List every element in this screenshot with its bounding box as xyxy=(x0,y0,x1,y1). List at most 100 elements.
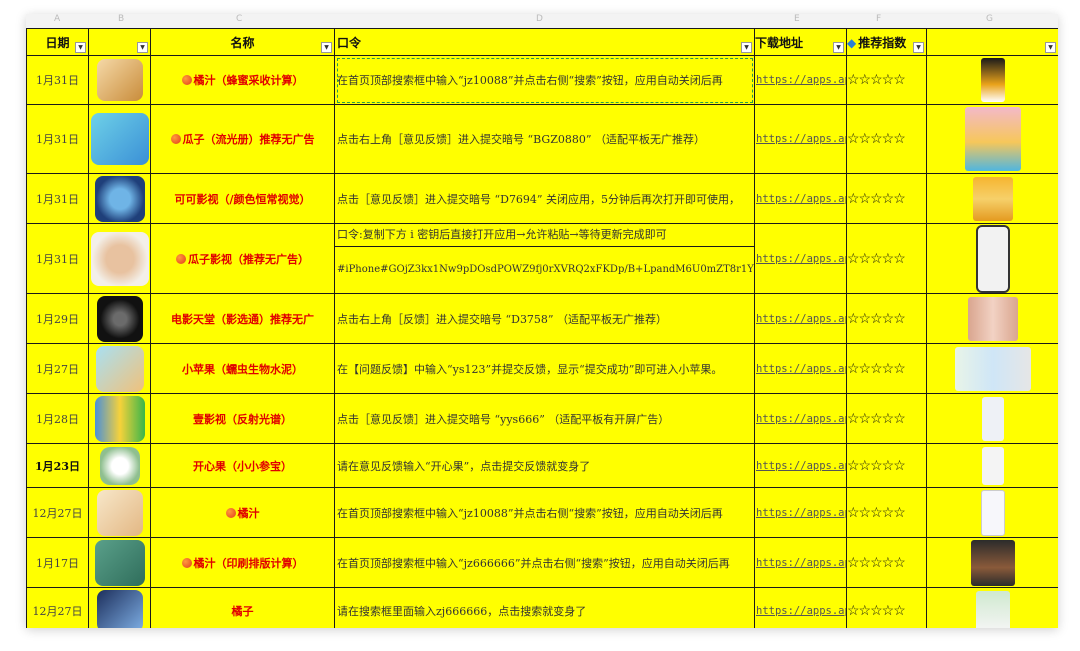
link-cell[interactable]: https://apps.apple.com xyxy=(754,587,847,628)
download-link[interactable]: https://apps.apple.com xyxy=(756,253,846,265)
icon-cell[interactable] xyxy=(88,104,151,174)
screenshot-cell[interactable] xyxy=(926,293,1058,344)
download-link[interactable]: https://apps.apple.com xyxy=(756,460,846,472)
col-letter-f[interactable]: F xyxy=(876,14,881,24)
filter-dropdown-icon[interactable]: ▼ xyxy=(833,42,844,53)
name-cell[interactable]: 可可影视（/颜色恒常视觉） xyxy=(150,173,335,224)
date-cell[interactable]: 1月27日 xyxy=(26,343,89,394)
name-cell[interactable]: 电影天堂（影选通）推荐无广 xyxy=(150,293,335,344)
code-cell[interactable]: 请在搜索框里面输入zj666666，点击搜索就变身了 xyxy=(334,587,755,628)
screenshot-cell[interactable] xyxy=(926,587,1058,628)
header-date-cell[interactable]: 日期 ▼ xyxy=(26,28,89,56)
download-link[interactable]: https://apps.apple.com xyxy=(756,133,846,145)
name-cell[interactable]: 橘汁（蜂蜜采收计算） xyxy=(150,55,335,105)
date-cell[interactable]: 1月31日 xyxy=(26,173,89,224)
icon-cell[interactable] xyxy=(88,343,151,394)
icon-cell[interactable] xyxy=(88,173,151,224)
name-cell[interactable]: 瓜子（流光册）推荐无广告 xyxy=(150,104,335,174)
link-cell[interactable]: https://apps.apple.com xyxy=(754,223,847,294)
name-cell[interactable]: 橘汁 xyxy=(150,487,335,538)
code-cell[interactable]: 请在意见反馈输入“开心果”，点击提交反馈就变身了 xyxy=(334,443,755,488)
code-cell[interactable]: 在首页顶部搜索框中输入“jz10088”并点击右侧“搜索”按钮，应用自动关闭后再 xyxy=(334,487,755,538)
name-cell[interactable]: 小苹果（蠕虫生物水泥） xyxy=(150,343,335,394)
filter-dropdown-icon[interactable]: ▼ xyxy=(75,42,86,53)
icon-cell[interactable] xyxy=(88,55,151,105)
screenshot-cell[interactable] xyxy=(926,223,1058,294)
code-text: 请在搜索框里面输入zj666666，点击搜索就变身了 xyxy=(337,604,587,618)
code-cell[interactable]: 在【问题反馈】中输入“ys123”并提交反馈，显示“提交成功”即可进入小苹果。 xyxy=(334,343,755,394)
icon-cell[interactable] xyxy=(88,443,151,488)
code-cell[interactable]: 点击［意见反馈］进入提交暗号 “D7694” 关闭应用，5分钟后再次打开即可使用… xyxy=(334,173,755,224)
download-link[interactable]: https://apps.apple.com xyxy=(756,74,846,86)
link-cell[interactable]: https://apps.apple.com xyxy=(754,443,847,488)
download-link[interactable]: https://apps.apple.com xyxy=(756,413,846,425)
screenshot-cell[interactable] xyxy=(926,537,1058,588)
link-cell[interactable]: https://apps.apple.com xyxy=(754,293,847,344)
link-cell[interactable]: https://apps.apple.com xyxy=(754,487,847,538)
date-cell[interactable]: 1月31日 xyxy=(26,55,89,105)
col-letter-e[interactable]: E xyxy=(794,14,800,24)
code-cell[interactable]: 点击［意见反馈］进入提交暗号 “yys666” （适配平板有开屏广告） xyxy=(334,393,755,444)
icon-cell[interactable] xyxy=(88,587,151,628)
col-letter-g[interactable]: G xyxy=(986,14,993,24)
link-cell[interactable]: https://apps.apple.com xyxy=(754,104,847,174)
code-cell[interactable]: 在首页顶部搜索框中输入“jz10088”并点击右侧“搜索”按钮，应用自动关闭后再 xyxy=(334,55,755,105)
link-cell[interactable]: https://apps.apple.com xyxy=(754,55,847,105)
screenshot-cell[interactable] xyxy=(926,393,1058,444)
name-cell[interactable]: 橘汁（印刷排版计算） xyxy=(150,537,335,588)
code-cell[interactable]: 口令:复制下方 i 密钥后直接打开应用→允许粘贴→等待更新完成即可 #iPhon… xyxy=(334,223,755,294)
name-cell[interactable]: 瓜子影视（推荐无广告） xyxy=(150,223,335,294)
icon-cell[interactable] xyxy=(88,293,151,344)
filter-dropdown-icon[interactable]: ▼ xyxy=(137,42,148,53)
date-cell[interactable]: 1月31日 xyxy=(26,104,89,174)
icon-cell[interactable] xyxy=(88,393,151,444)
header-link-cell[interactable]: 下载地址 ▼ xyxy=(754,28,847,56)
col-letter-c[interactable]: C xyxy=(236,14,242,24)
header-code-label: 口令 xyxy=(337,35,362,50)
filter-dropdown-icon[interactable]: ▼ xyxy=(913,42,924,53)
date-cell[interactable]: 12月27日 xyxy=(26,587,89,628)
date-cell[interactable]: 1月17日 xyxy=(26,537,89,588)
date-cell[interactable]: 12月27日 xyxy=(26,487,89,538)
icon-cell[interactable] xyxy=(88,223,151,294)
date-cell[interactable]: 1月23日 xyxy=(26,443,89,488)
icon-cell[interactable] xyxy=(88,487,151,538)
link-cell[interactable]: https://apps.apple.com xyxy=(754,393,847,444)
link-cell[interactable]: https://apps.apple.com xyxy=(754,173,847,224)
download-link[interactable]: https://apps.apple.com xyxy=(756,193,846,205)
screenshot-cell[interactable] xyxy=(926,343,1058,394)
header-screenshot-cell[interactable]: ▼ xyxy=(926,28,1058,56)
download-link[interactable]: https://apps.apple.com xyxy=(756,363,846,375)
name-cell[interactable]: 橘子 xyxy=(150,587,335,628)
download-link[interactable]: https://apps.apple.com xyxy=(756,507,846,519)
download-link[interactable]: https://apps.apple.com xyxy=(756,557,846,569)
screenshot-cell[interactable] xyxy=(926,487,1058,538)
code-cell[interactable]: 点击右上角［意见反馈］进入提交暗号 “BGZ0880” （适配平板无广推荐） xyxy=(334,104,755,174)
code-cell[interactable]: 点击右上角［反馈］进入提交暗号 “D3758” （适配平板无广推荐） xyxy=(334,293,755,344)
col-letter-d[interactable]: D xyxy=(536,14,543,24)
filter-dropdown-icon[interactable]: ▼ xyxy=(741,42,752,53)
download-link[interactable]: https://apps.apple.com xyxy=(756,313,846,325)
date-cell[interactable]: 1月31日 xyxy=(26,223,89,294)
col-letter-a[interactable]: A xyxy=(54,14,60,24)
screenshot-cell[interactable] xyxy=(926,173,1058,224)
filter-dropdown-icon[interactable]: ▼ xyxy=(1045,42,1056,53)
date-cell[interactable]: 1月29日 xyxy=(26,293,89,344)
code-cell[interactable]: 在首页顶部搜索框中输入“jz666666”并点击右侧“搜索”按钮，应用自动关闭后… xyxy=(334,537,755,588)
link-cell[interactable]: https://apps.apple.com xyxy=(754,343,847,394)
header-code-cell[interactable]: 口令 ▼ xyxy=(334,28,755,56)
name-cell[interactable]: 壹影视（反射光谱） xyxy=(150,393,335,444)
screenshot-cell[interactable] xyxy=(926,55,1058,105)
download-link[interactable]: https://apps.apple.com xyxy=(756,605,846,617)
icon-cell[interactable] xyxy=(88,537,151,588)
header-rating-cell[interactable]: ◆ 推荐指数 ▼ xyxy=(846,28,927,56)
date-cell[interactable]: 1月28日 xyxy=(26,393,89,444)
screenshot-cell[interactable] xyxy=(926,443,1058,488)
col-letter-b[interactable]: B xyxy=(118,14,124,24)
name-cell[interactable]: 开心果（小小参宝） xyxy=(150,443,335,488)
screenshot-cell[interactable] xyxy=(926,104,1058,174)
header-name-cell[interactable]: 名称 ▼ xyxy=(150,28,335,56)
header-icon-cell[interactable]: ▼ xyxy=(88,28,151,56)
filter-dropdown-icon[interactable]: ▼ xyxy=(321,42,332,53)
link-cell[interactable]: https://apps.apple.com xyxy=(754,537,847,588)
